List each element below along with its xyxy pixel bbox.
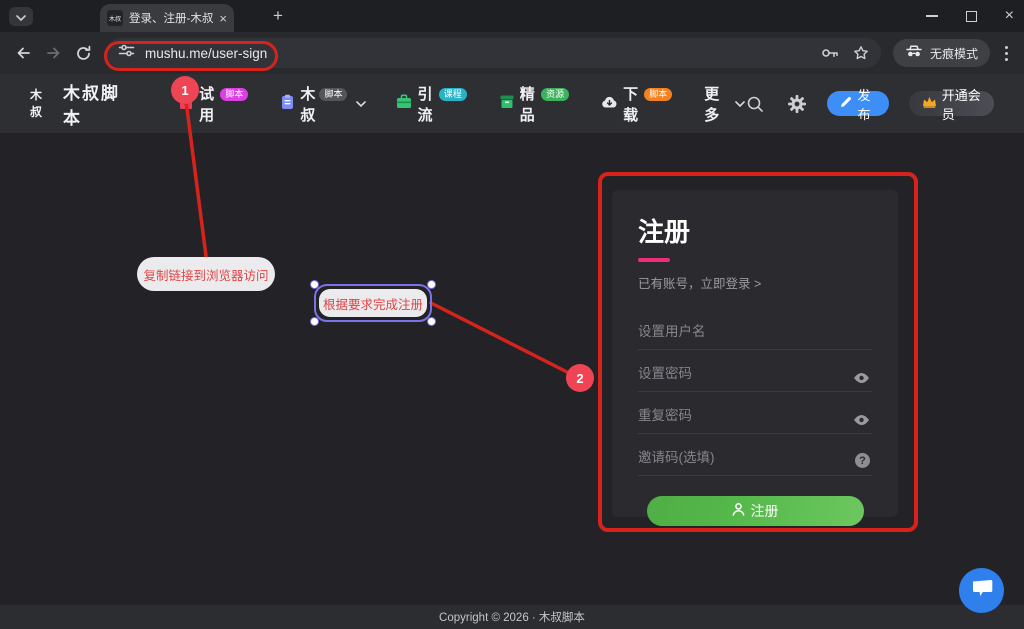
publish-button[interactable]: 发布	[827, 91, 888, 116]
nav-badge: 脚本	[644, 88, 672, 102]
nav-item-download[interactable]: 下载 脚本	[601, 83, 674, 125]
browser-toolbar: mushu.me/user-sign 无痕模式	[0, 32, 1024, 74]
eye-icon[interactable]	[853, 372, 870, 384]
nav-badge: 脚本	[319, 88, 347, 102]
window-maximize-button[interactable]	[966, 11, 977, 22]
back-button[interactable]	[9, 39, 37, 67]
nav-item-traffic[interactable]: 引流 课程	[396, 83, 468, 125]
confirm-password-field[interactable]: 重复密码	[638, 392, 872, 434]
password-key-icon[interactable]	[821, 46, 839, 60]
main-nav: 试用 脚本 木叔 脚本 引流 课程	[178, 83, 745, 125]
vip-label: 开通会员	[942, 85, 981, 123]
gift-icon	[178, 94, 194, 114]
chevron-down-icon	[735, 101, 745, 107]
reload-icon	[75, 45, 92, 62]
chevron-down-icon	[356, 101, 366, 107]
nav-label: 下载	[623, 83, 641, 125]
site-header: 木叔 木叔脚本 试用 脚本 木叔 脚本	[0, 74, 1024, 133]
tab-title: 登录、注册-木叔脚本	[129, 10, 213, 26]
nav-label: 引流	[417, 83, 435, 125]
register-button[interactable]: 注册	[647, 496, 864, 526]
window-controls: ×	[926, 0, 1014, 32]
username-placeholder: 设置用户名	[638, 320, 706, 340]
nav-item-trial[interactable]: 试用 脚本	[178, 83, 250, 125]
site-info-icon[interactable]	[118, 43, 135, 63]
briefcase-icon	[396, 94, 412, 113]
crown-icon	[922, 96, 937, 111]
nav-badge: 课程	[439, 88, 467, 102]
tab-close-icon[interactable]: ×	[219, 12, 227, 25]
nav-label: 精品	[520, 83, 538, 125]
new-tab-button[interactable]: +	[266, 5, 290, 27]
logo-text: 木叔脚本	[63, 79, 130, 129]
site-logo[interactable]: 木叔 木叔脚本	[30, 79, 130, 129]
back-arrow-icon	[15, 45, 32, 61]
password-placeholder: 设置密码	[638, 362, 692, 382]
site-footer: Copyright © 2026 · 木叔脚本	[0, 605, 1024, 629]
address-bar[interactable]: mushu.me/user-sign	[106, 38, 881, 68]
invite-code-placeholder: 邀请码(选填)	[638, 446, 715, 466]
clipboard-icon	[280, 94, 295, 114]
title-underline	[638, 258, 670, 262]
copyright-text: Copyright © 2026 · 木叔脚本	[439, 609, 585, 625]
incognito-icon	[905, 45, 923, 61]
browser-tab[interactable]: 木叔 登录、注册-木叔脚本 ×	[100, 4, 234, 32]
username-field[interactable]: 设置用户名	[638, 308, 872, 350]
register-title: 注册	[638, 212, 872, 249]
window-minimize-button[interactable]	[926, 15, 938, 17]
register-card: 注册 已有账号，立即登录 > 设置用户名 设置密码 重复密码 邀请码(选填)	[612, 190, 898, 517]
pencil-icon	[840, 96, 852, 111]
box-icon	[499, 94, 515, 113]
nav-badge: 资源	[541, 88, 569, 102]
nav-label: 更多	[704, 83, 727, 125]
nav-item-premium[interactable]: 精品 资源	[499, 83, 571, 125]
url-text[interactable]: mushu.me/user-sign	[145, 46, 267, 61]
logo-mark: 木叔	[30, 86, 53, 120]
confirm-password-placeholder: 重复密码	[638, 404, 692, 424]
chat-bubble-icon	[971, 579, 993, 603]
eye-icon[interactable]	[853, 414, 870, 426]
publish-label: 发布	[857, 85, 875, 123]
bookmark-star-icon[interactable]	[853, 45, 869, 61]
forward-arrow-icon	[45, 45, 62, 61]
nav-label: 试用	[199, 83, 217, 125]
forward-button[interactable]	[39, 39, 67, 67]
browser-window: 木叔 登录、注册-木叔脚本 × + × mushu.me/user-sign	[0, 0, 1024, 629]
nav-label: 木叔	[300, 83, 316, 125]
login-link[interactable]: 已有账号，立即登录 >	[638, 273, 872, 292]
nav-badge: 脚本	[220, 88, 248, 102]
nav-item-mushu[interactable]: 木叔 脚本	[280, 83, 366, 125]
tab-search-button[interactable]	[9, 7, 33, 26]
vip-button[interactable]: 开通会员	[909, 91, 994, 116]
register-fields: 设置用户名 设置密码 重复密码 邀请码(选填) ?	[638, 308, 872, 476]
gear-icon[interactable]	[786, 91, 807, 117]
chat-fab-button[interactable]	[959, 568, 1004, 613]
register-button-label: 注册	[751, 501, 779, 521]
person-icon	[732, 503, 745, 519]
cloud-download-icon	[601, 95, 618, 113]
nav-item-more[interactable]: 更多	[704, 83, 744, 125]
tab-favicon: 木叔	[107, 10, 123, 26]
reload-button[interactable]	[69, 39, 97, 67]
search-icon[interactable]	[745, 91, 766, 117]
help-icon[interactable]: ?	[855, 453, 870, 468]
browser-menu-button[interactable]	[996, 39, 1016, 67]
invite-code-field[interactable]: 邀请码(选填) ?	[638, 434, 872, 476]
password-field[interactable]: 设置密码	[638, 350, 872, 392]
chevron-down-icon	[16, 8, 26, 26]
header-actions: 发布 开通会员	[745, 91, 994, 117]
window-close-button[interactable]: ×	[1005, 8, 1014, 24]
incognito-badge[interactable]: 无痕模式	[893, 39, 990, 67]
incognito-label: 无痕模式	[930, 45, 978, 62]
tab-strip: 木叔 登录、注册-木叔脚本 × + ×	[0, 0, 1024, 32]
